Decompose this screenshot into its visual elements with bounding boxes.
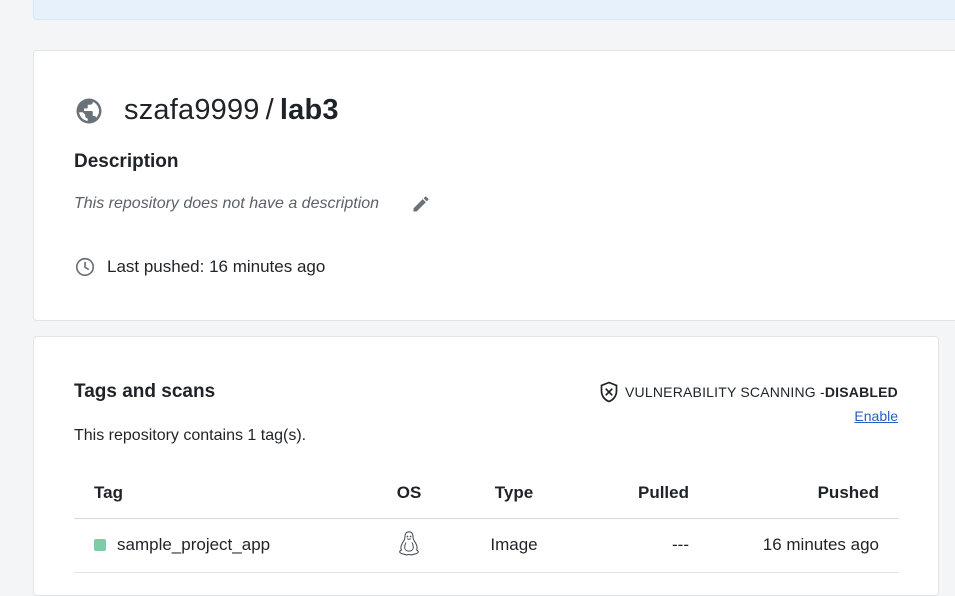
column-header-pulled[interactable]: Pulled — [579, 468, 709, 519]
os-cell — [369, 518, 449, 573]
scan-status: DISABLED — [824, 384, 898, 400]
shield-x-icon — [599, 381, 619, 403]
last-pushed-text: Last pushed: 16 minutes ago — [107, 257, 326, 276]
pulled-cell: --- — [579, 518, 709, 573]
description-heading: Description — [74, 151, 179, 172]
table-header-row: Tag OS Type Pulled Pushed — [74, 468, 899, 519]
column-header-tag[interactable]: Tag — [74, 468, 369, 519]
tag-count-text: This repository contains 1 tag(s). — [74, 427, 307, 444]
vulnerability-scanning-block: VULNERABILITY SCANNING - DISABLED Enable — [599, 381, 898, 426]
column-header-pushed[interactable]: Pushed — [709, 468, 899, 519]
tag-status-dot — [94, 539, 106, 551]
clock-icon — [74, 256, 96, 278]
tags-table: Tag OS Type Pulled Pushed sample_project… — [74, 468, 899, 573]
pushed-cell: 16 minutes ago — [709, 518, 899, 573]
edit-pencil-icon[interactable] — [411, 194, 431, 214]
description-text: This repository does not have a descript… — [74, 195, 380, 212]
type-cell: Image — [449, 518, 579, 573]
enable-scanning-link[interactable]: Enable — [854, 408, 898, 424]
tags-and-scans-card: Tags and scans VULNERABILITY SCANNING - … — [33, 336, 939, 596]
repository-overview-card: szafa9999/lab3 Description This reposito… — [33, 50, 955, 321]
tag-cell: sample_project_app — [74, 518, 369, 573]
description-row: This repository does not have a descript… — [74, 194, 431, 214]
repository-namespace[interactable]: szafa9999 — [124, 94, 260, 126]
repository-name: lab3 — [279, 94, 339, 126]
repository-title: szafa9999/lab3 — [74, 94, 339, 127]
last-pushed-row: Last pushed: 16 minutes ago — [74, 256, 325, 278]
linux-icon — [398, 530, 420, 556]
column-header-os: OS — [369, 468, 449, 519]
table-row: sample_project_app Image --- 16 minutes … — [74, 518, 899, 573]
tag-name-link[interactable]: sample_project_app — [117, 535, 270, 555]
column-header-type: Type — [449, 468, 579, 519]
scan-label: VULNERABILITY SCANNING - — [625, 384, 825, 400]
tags-heading: Tags and scans — [74, 381, 216, 402]
title-separator: / — [265, 94, 274, 126]
globe-icon — [74, 96, 104, 126]
info-banner — [33, 0, 955, 20]
